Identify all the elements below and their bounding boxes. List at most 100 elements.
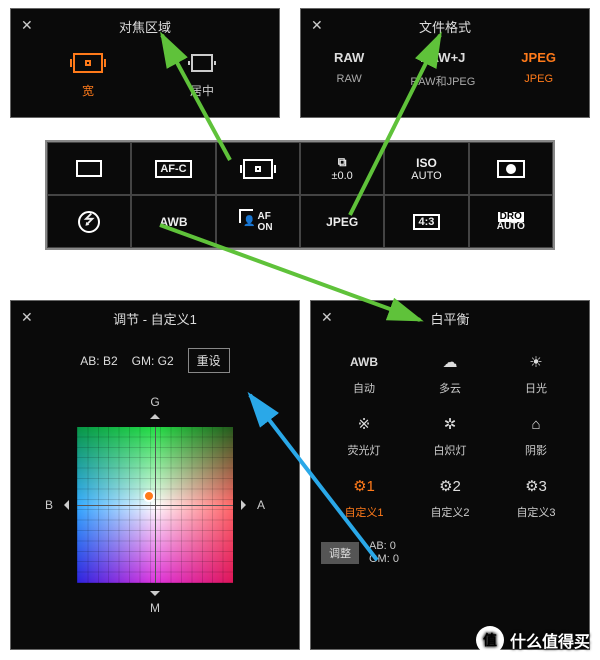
focus-wide-icon bbox=[73, 53, 103, 73]
fluorescent-icon: ※ bbox=[323, 412, 405, 436]
bulb-icon: ✲ bbox=[409, 412, 491, 436]
focus-option-wide[interactable]: 宽 bbox=[53, 50, 123, 99]
panel-title: 白平衡 bbox=[311, 301, 589, 336]
axis-a: A bbox=[257, 498, 265, 512]
arrow-down-icon bbox=[150, 591, 160, 601]
option-label: 居中 bbox=[167, 82, 237, 99]
metering-icon bbox=[497, 160, 525, 178]
wb-label: 多云 bbox=[409, 380, 491, 396]
format-top: RAW+J bbox=[410, 50, 475, 65]
focus-center-icon bbox=[191, 54, 213, 72]
format-option-raw[interactable]: RAW RAW bbox=[334, 50, 364, 89]
wb-label: 日光 bbox=[495, 380, 577, 396]
gm-zero: GM: 0 bbox=[369, 553, 399, 566]
wb-option-daylight[interactable]: ☀ 日光 bbox=[495, 344, 577, 402]
custom-icon: ⚙1 bbox=[323, 474, 405, 498]
wb-option-cloudy[interactable]: ☁ 多云 bbox=[409, 344, 491, 402]
face-af-icon: 👤AFON bbox=[243, 211, 272, 233]
wb-option-custom1[interactable]: ⚙1 自定义1 bbox=[323, 468, 405, 526]
awb-label: AWB bbox=[159, 215, 187, 229]
iso-value: AUTO bbox=[411, 170, 441, 182]
wb-label: 白炽灯 bbox=[409, 442, 491, 458]
adjust-button[interactable]: 调整 bbox=[321, 542, 359, 564]
panel-title: 文件格式 bbox=[301, 9, 589, 44]
wb-adjust-panel: ✕ 调节 - 自定义1 AB: B2 GM: G2 重设 G M B A bbox=[10, 300, 300, 650]
cloud-icon: ☁ bbox=[409, 350, 491, 374]
ab-value: AB: B2 bbox=[80, 354, 117, 368]
cell-iso[interactable]: ISOAUTO bbox=[384, 142, 468, 195]
close-icon[interactable]: ✕ bbox=[321, 309, 333, 326]
arrow-left-icon bbox=[59, 500, 69, 510]
panel-title: 调节 - 自定义1 bbox=[11, 301, 299, 336]
wb-label: 自定义1 bbox=[323, 504, 405, 520]
flash-off-icon: ⭍ bbox=[78, 211, 100, 233]
format-bottom: RAW bbox=[334, 73, 364, 85]
wb-label: 阴影 bbox=[495, 442, 577, 458]
focus-option-center[interactable]: 居中 bbox=[167, 50, 237, 99]
afc-icon: AF-C bbox=[155, 160, 191, 178]
close-icon[interactable]: ✕ bbox=[311, 17, 323, 34]
arrow-up-icon bbox=[150, 409, 160, 419]
iso-label: ISO bbox=[416, 156, 437, 170]
watermark-text: 什么值得买 bbox=[510, 628, 590, 652]
axis-m: M bbox=[150, 601, 160, 615]
wb-label: 自动 bbox=[323, 380, 405, 396]
arrow-right-icon bbox=[241, 500, 251, 510]
file-format-panel: ✕ 文件格式 RAW RAW RAW+J RAW和JPEG JPEG JPEG bbox=[300, 8, 590, 118]
axis-b: B bbox=[45, 498, 53, 512]
shade-icon: ⌂ bbox=[495, 412, 577, 436]
watermark: 值 什么值得买 bbox=[476, 626, 590, 654]
wb-label: 自定义2 bbox=[409, 504, 491, 520]
color-grid-area[interactable]: G M B A bbox=[45, 395, 265, 615]
focus-area-panel: ✕ 对焦区域 宽 居中 bbox=[10, 8, 280, 118]
wb-option-custom3[interactable]: ⚙3 自定义3 bbox=[495, 468, 577, 526]
ev-value: ±0.0 bbox=[331, 170, 352, 182]
format-label: JPEG bbox=[326, 215, 358, 229]
sun-icon: ☀ bbox=[495, 350, 577, 374]
wb-label: 荧光灯 bbox=[323, 442, 405, 458]
custom-icon: ⚙2 bbox=[409, 474, 491, 498]
cell-drive-mode[interactable] bbox=[47, 142, 131, 195]
watermark-badge: 值 bbox=[476, 626, 504, 654]
format-bottom: JPEG bbox=[521, 73, 556, 85]
ab-zero: AB: 0 bbox=[369, 540, 399, 553]
axis-g: G bbox=[150, 395, 159, 409]
option-label: 宽 bbox=[53, 82, 123, 99]
rect-icon bbox=[76, 160, 102, 177]
white-balance-panel: ✕ 白平衡 AWB 自动 ☁ 多云 ☀ 日光 ※ 荧光灯 ✲ 白炽灯 ⌂ 阴影 ⚙1 自定义1… bbox=[310, 300, 590, 650]
wb-option-incandescent[interactable]: ✲ 白炽灯 bbox=[409, 406, 491, 464]
cell-face-af[interactable]: 👤AFON bbox=[216, 195, 300, 248]
reset-button[interactable]: 重设 bbox=[188, 348, 230, 373]
cell-white-balance[interactable]: AWB bbox=[131, 195, 215, 248]
cell-flash[interactable]: ⭍ bbox=[47, 195, 131, 248]
close-icon[interactable]: ✕ bbox=[21, 309, 33, 326]
grid-cursor[interactable] bbox=[143, 490, 155, 502]
dro-icon: DROAUTO bbox=[497, 212, 525, 232]
cell-focus-area[interactable] bbox=[216, 142, 300, 195]
wb-option-auto[interactable]: AWB 自动 bbox=[323, 344, 405, 402]
custom-icon: ⚙3 bbox=[495, 474, 577, 498]
ev-icon: ⧉ bbox=[338, 155, 347, 170]
cell-exposure-comp[interactable]: ⧉±0.0 bbox=[300, 142, 384, 195]
wb-option-custom2[interactable]: ⚙2 自定义2 bbox=[409, 468, 491, 526]
format-top: JPEG bbox=[521, 50, 556, 65]
gm-value: GM: G2 bbox=[132, 354, 174, 368]
cell-file-format[interactable]: JPEG bbox=[300, 195, 384, 248]
format-option-jpeg[interactable]: JPEG JPEG bbox=[521, 50, 556, 89]
format-top: RAW bbox=[334, 50, 364, 65]
panel-title: 对焦区域 bbox=[11, 9, 279, 44]
ratio-icon: 4:3 bbox=[413, 214, 441, 230]
cell-metering[interactable] bbox=[469, 142, 553, 195]
color-grid[interactable] bbox=[77, 427, 233, 583]
close-icon[interactable]: ✕ bbox=[21, 17, 33, 34]
cell-af-mode[interactable]: AF-C bbox=[131, 142, 215, 195]
wb-option-fluorescent[interactable]: ※ 荧光灯 bbox=[323, 406, 405, 464]
cell-aspect-ratio[interactable]: 4:3 bbox=[384, 195, 468, 248]
wb-option-shade[interactable]: ⌂ 阴影 bbox=[495, 406, 577, 464]
format-bottom: RAW和JPEG bbox=[410, 73, 475, 89]
wb-label: 自定义3 bbox=[495, 504, 577, 520]
quick-settings-strip: AF-C ⧉±0.0 ISOAUTO ⭍ AWB 👤AFON JPEG 4:3 … bbox=[45, 140, 555, 250]
format-option-rawj[interactable]: RAW+J RAW和JPEG bbox=[410, 50, 475, 89]
cell-dro[interactable]: DROAUTO bbox=[469, 195, 553, 248]
awb-icon: AWB bbox=[323, 350, 405, 374]
